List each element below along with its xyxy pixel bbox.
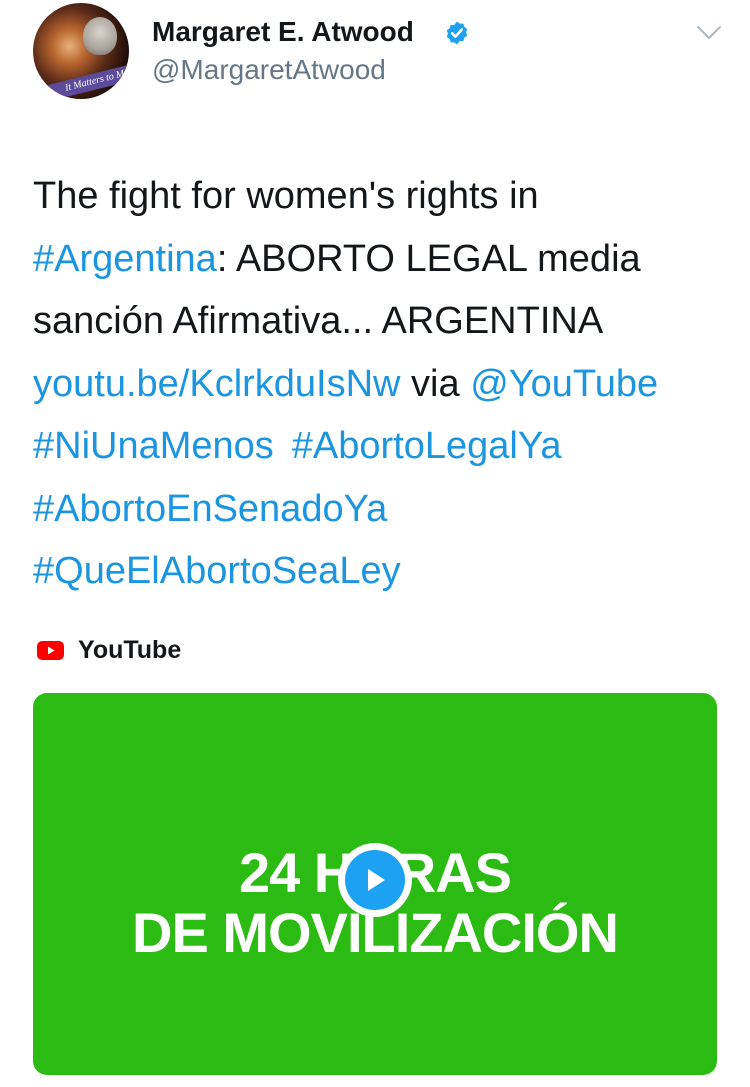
url-link[interactable]: youtu.be/KclrkduIsNw <box>33 363 401 405</box>
tweet-line: #NiUnaMenos #AbortoLegalYa <box>33 415 733 478</box>
tweet-line: #QueElAbortoSeaLey <box>33 540 733 603</box>
tweet-line: #Argentina: ABORTO LEGAL media <box>33 228 733 291</box>
author-name[interactable]: Margaret E. Atwood <box>152 16 414 48</box>
play-button-disc <box>345 850 405 910</box>
tweet-line: youtu.be/KclrkduIsNw via @YouTube <box>33 353 733 416</box>
tweet-text-segment: via <box>400 362 471 405</box>
tweet-text-segment: : ABORTO LEGAL media <box>216 237 641 280</box>
hashtag-link[interactable]: #AbortoEnSenadoYa <box>33 488 387 530</box>
card-source[interactable]: YouTube <box>37 634 181 666</box>
play-button[interactable] <box>338 843 412 917</box>
tweet-line: #AbortoEnSenadoYa <box>33 478 733 541</box>
hashtag-link[interactable]: #NiUnaMenos <box>33 425 274 467</box>
hashtag-link[interactable]: #QueElAbortoSeaLey <box>33 550 401 592</box>
avatar-banner: It Matters to Me <box>48 61 129 99</box>
mention-link[interactable]: @YouTube <box>470 363 658 405</box>
card-source-label: YouTube <box>78 635 182 664</box>
tweet-text-segment: sanción Afirmativa... ARGENTINA <box>33 300 604 342</box>
tweet-line: sanción Afirmativa... ARGENTINA <box>33 290 733 353</box>
tweet-text-segment: The fight for women's rights in <box>33 175 539 217</box>
play-icon <box>368 869 385 891</box>
author-handle[interactable]: @MargaretAtwood <box>152 54 386 86</box>
tweet-line: The fight for women's rights in <box>33 165 733 228</box>
hashtag-link[interactable]: #AbortoLegalYa <box>292 425 562 467</box>
chevron-down-icon[interactable] <box>696 24 722 42</box>
hashtag-link[interactable]: #Argentina <box>33 238 217 280</box>
verified-badge-icon <box>446 21 468 45</box>
video-card[interactable]: 24 HORAS DE MOVILIZACIÓN <box>33 693 717 1075</box>
youtube-logo-icon <box>37 640 64 660</box>
avatar-portrait <box>83 17 117 55</box>
avatar[interactable]: It Matters to Me <box>33 3 129 99</box>
tweet-text: The fight for women's rights in #Argenti… <box>33 165 733 603</box>
